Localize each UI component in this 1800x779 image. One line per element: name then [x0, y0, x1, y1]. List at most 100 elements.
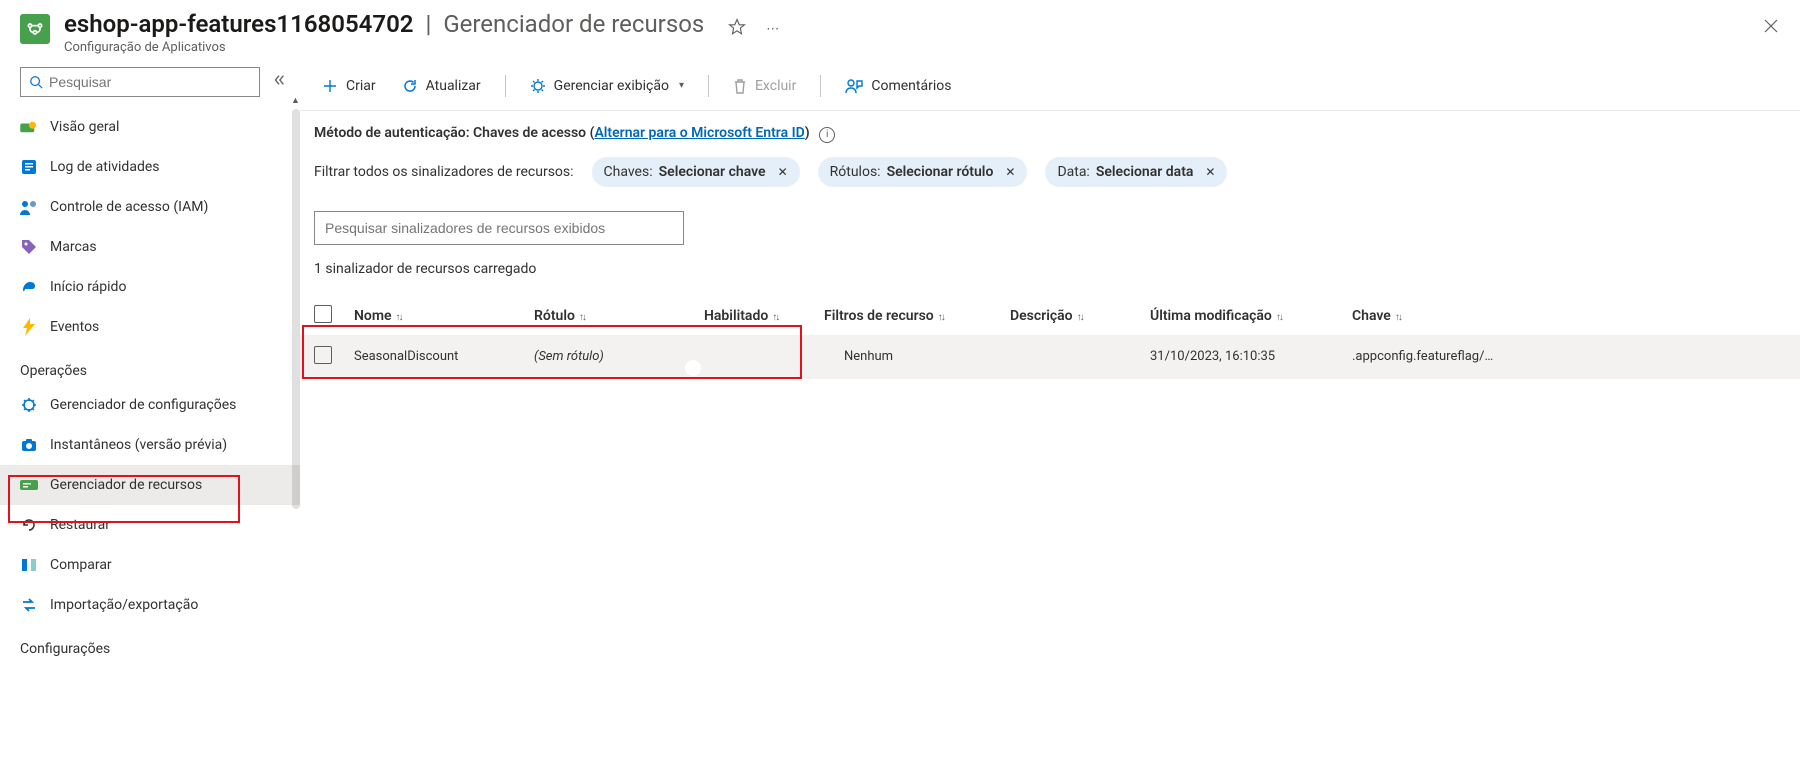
- filter-label: Filtrar todos os sinalizadores de recurs…: [314, 164, 574, 180]
- sidebar-item-label: Visão geral: [50, 119, 119, 135]
- breadcrumb: eshop-app-features1168054702 | Gerenciad…: [64, 10, 704, 38]
- overview-icon: [20, 118, 38, 136]
- refresh-icon: [402, 78, 418, 94]
- filter-pill-labels[interactable]: Rótulos: Selecionar rótulo ✕: [818, 157, 1028, 187]
- feature-flags-grid: Nome↑↓ Rótulo↑↓ Habilitado↑↓ Filtros de …: [300, 297, 1800, 379]
- plus-icon: [322, 78, 338, 94]
- sidebar-section-operations: Operações: [0, 347, 300, 385]
- sidebar-item-import-export[interactable]: Importação/exportação: [0, 585, 300, 625]
- sidebar-item-compare[interactable]: Comparar: [0, 545, 300, 585]
- sidebar-item-label: Início rápido: [50, 279, 126, 295]
- filter-pill-date[interactable]: Data: Selecionar data ✕: [1045, 157, 1227, 187]
- sidebar-item-overview[interactable]: Visão geral: [0, 107, 300, 147]
- sidebar-item-access-control[interactable]: Controle de acesso (IAM): [0, 187, 300, 227]
- sidebar-section-settings: Configurações: [0, 625, 300, 663]
- create-button[interactable]: Criar: [310, 68, 388, 104]
- sidebar-item-label: Comparar: [50, 557, 112, 573]
- grid-header: Nome↑↓ Rótulo↑↓ Habilitado↑↓ Filtros de …: [300, 297, 1800, 335]
- toolbar-label: Excluir: [755, 78, 796, 94]
- more-icon[interactable]: ⋯: [766, 22, 779, 37]
- cell-label: (Sem rótulo): [534, 349, 704, 364]
- sidebar-item-label: Instantâneos (versão prévia): [50, 437, 227, 453]
- separator: [505, 75, 506, 97]
- toolbar-label: Atualizar: [426, 78, 481, 94]
- compare-icon: [20, 556, 38, 574]
- toolbar-label: Comentários: [871, 78, 951, 94]
- sidebar: Visão geral Log de atividades Controle d…: [0, 61, 300, 774]
- cell-modified: 31/10/2023, 16:10:35: [1150, 349, 1352, 364]
- toolbar-label: Gerenciar exibição: [554, 78, 669, 94]
- col-header-description[interactable]: Descrição↑↓: [1010, 308, 1150, 324]
- import-export-icon: [20, 596, 38, 614]
- sidebar-item-config-manager[interactable]: Gerenciador de configurações: [0, 385, 300, 425]
- favorite-icon[interactable]: [728, 18, 746, 40]
- clear-icon[interactable]: ✕: [778, 165, 788, 179]
- access-control-icon: [20, 198, 38, 216]
- feature-manager-icon: [20, 476, 38, 494]
- manage-view-button[interactable]: Gerenciar exibição ▾: [518, 68, 696, 104]
- auth-method-line: Método de autenticação: Chaves de acesso…: [314, 125, 1790, 143]
- refresh-button[interactable]: Atualizar: [390, 68, 493, 104]
- col-header-name[interactable]: Nome↑↓: [354, 308, 534, 324]
- auth-switch-link[interactable]: Alternar para o Microsoft Entra ID: [594, 125, 804, 141]
- sidebar-item-feature-manager[interactable]: Gerenciador de recursos: [0, 465, 300, 505]
- main-content: Criar Atualizar Gerenciar exibição ▾ Exc…: [300, 61, 1800, 774]
- filter-pill-keys[interactable]: Chaves: Selecionar chave ✕: [592, 157, 800, 187]
- sidebar-item-quickstart[interactable]: Início rápido: [0, 267, 300, 307]
- row-checkbox[interactable]: [314, 346, 332, 364]
- sidebar-item-label: Controle de acesso (IAM): [50, 199, 208, 215]
- tags-icon: [20, 238, 38, 256]
- activity-log-icon: [20, 158, 38, 176]
- cell-key: .appconfig.featureflag/…: [1352, 349, 1790, 364]
- col-header-modified[interactable]: Última modificação↑↓: [1150, 308, 1352, 324]
- loaded-count: 1 sinalizador de recursos carregado: [300, 245, 1800, 277]
- info-icon[interactable]: i: [819, 127, 835, 143]
- sidebar-search-input[interactable]: [20, 67, 260, 97]
- cell-filters: Nenhum: [824, 349, 1010, 364]
- sidebar-item-snapshots[interactable]: Instantâneos (versão prévia): [0, 425, 300, 465]
- close-icon[interactable]: [1764, 18, 1778, 37]
- sidebar-item-label: Log de atividades: [50, 159, 160, 175]
- toolbar-label: Criar: [346, 78, 376, 94]
- col-header-key[interactable]: Chave↑↓: [1352, 308, 1790, 324]
- delete-button: Excluir: [721, 68, 808, 104]
- resource-type: Configuração de Aplicativos: [64, 40, 704, 55]
- col-header-filters[interactable]: Filtros de recurso↑↓: [824, 308, 1010, 324]
- sidebar-item-label: Restaurar: [50, 517, 110, 533]
- events-icon: [20, 318, 38, 336]
- resource-icon: [20, 14, 50, 44]
- col-header-enabled[interactable]: Habilitado↑↓: [704, 308, 824, 324]
- sidebar-item-label: Importação/exportação: [50, 597, 198, 613]
- clear-icon[interactable]: ✕: [1005, 165, 1015, 179]
- restore-icon: [20, 516, 38, 534]
- sidebar-item-restore[interactable]: Restaurar: [0, 505, 300, 545]
- sidebar-item-label: Eventos: [50, 319, 99, 335]
- page-header: eshop-app-features1168054702 | Gerenciad…: [0, 0, 1800, 61]
- command-bar: Criar Atualizar Gerenciar exibição ▾ Exc…: [300, 61, 1800, 111]
- separator: [820, 75, 821, 97]
- quickstart-icon: [20, 278, 38, 296]
- scrollbar[interactable]: [292, 109, 300, 509]
- separator: [708, 75, 709, 97]
- trash-icon: [733, 78, 747, 94]
- col-header-label[interactable]: Rótulo↑↓: [534, 308, 704, 324]
- config-manager-icon: [20, 396, 38, 414]
- auth-suffix: ): [805, 125, 810, 141]
- page-title: Gerenciador de recursos: [443, 10, 704, 38]
- gear-icon: [530, 78, 546, 94]
- auth-prefix: Método de autenticação: Chaves de acesso…: [314, 125, 594, 141]
- chevron-down-icon: ▾: [679, 80, 684, 91]
- collapse-sidebar-icon[interactable]: [272, 73, 286, 91]
- table-row[interactable]: SeasonalDiscount (Sem rótulo) Nenhum 31/…: [300, 335, 1800, 379]
- sidebar-item-tags[interactable]: Marcas: [0, 227, 300, 267]
- search-flags-input[interactable]: [314, 211, 684, 245]
- clear-icon[interactable]: ✕: [1205, 165, 1215, 179]
- cell-name: SeasonalDiscount: [354, 349, 534, 364]
- snapshots-icon: [20, 436, 38, 454]
- sidebar-item-label: Marcas: [50, 239, 97, 255]
- sidebar-item-events[interactable]: Eventos: [0, 307, 300, 347]
- resource-name: eshop-app-features1168054702: [64, 10, 414, 38]
- select-all-checkbox[interactable]: [314, 305, 332, 323]
- feedback-button[interactable]: Comentários: [833, 68, 963, 104]
- sidebar-item-activity-log[interactable]: Log de atividades: [0, 147, 300, 187]
